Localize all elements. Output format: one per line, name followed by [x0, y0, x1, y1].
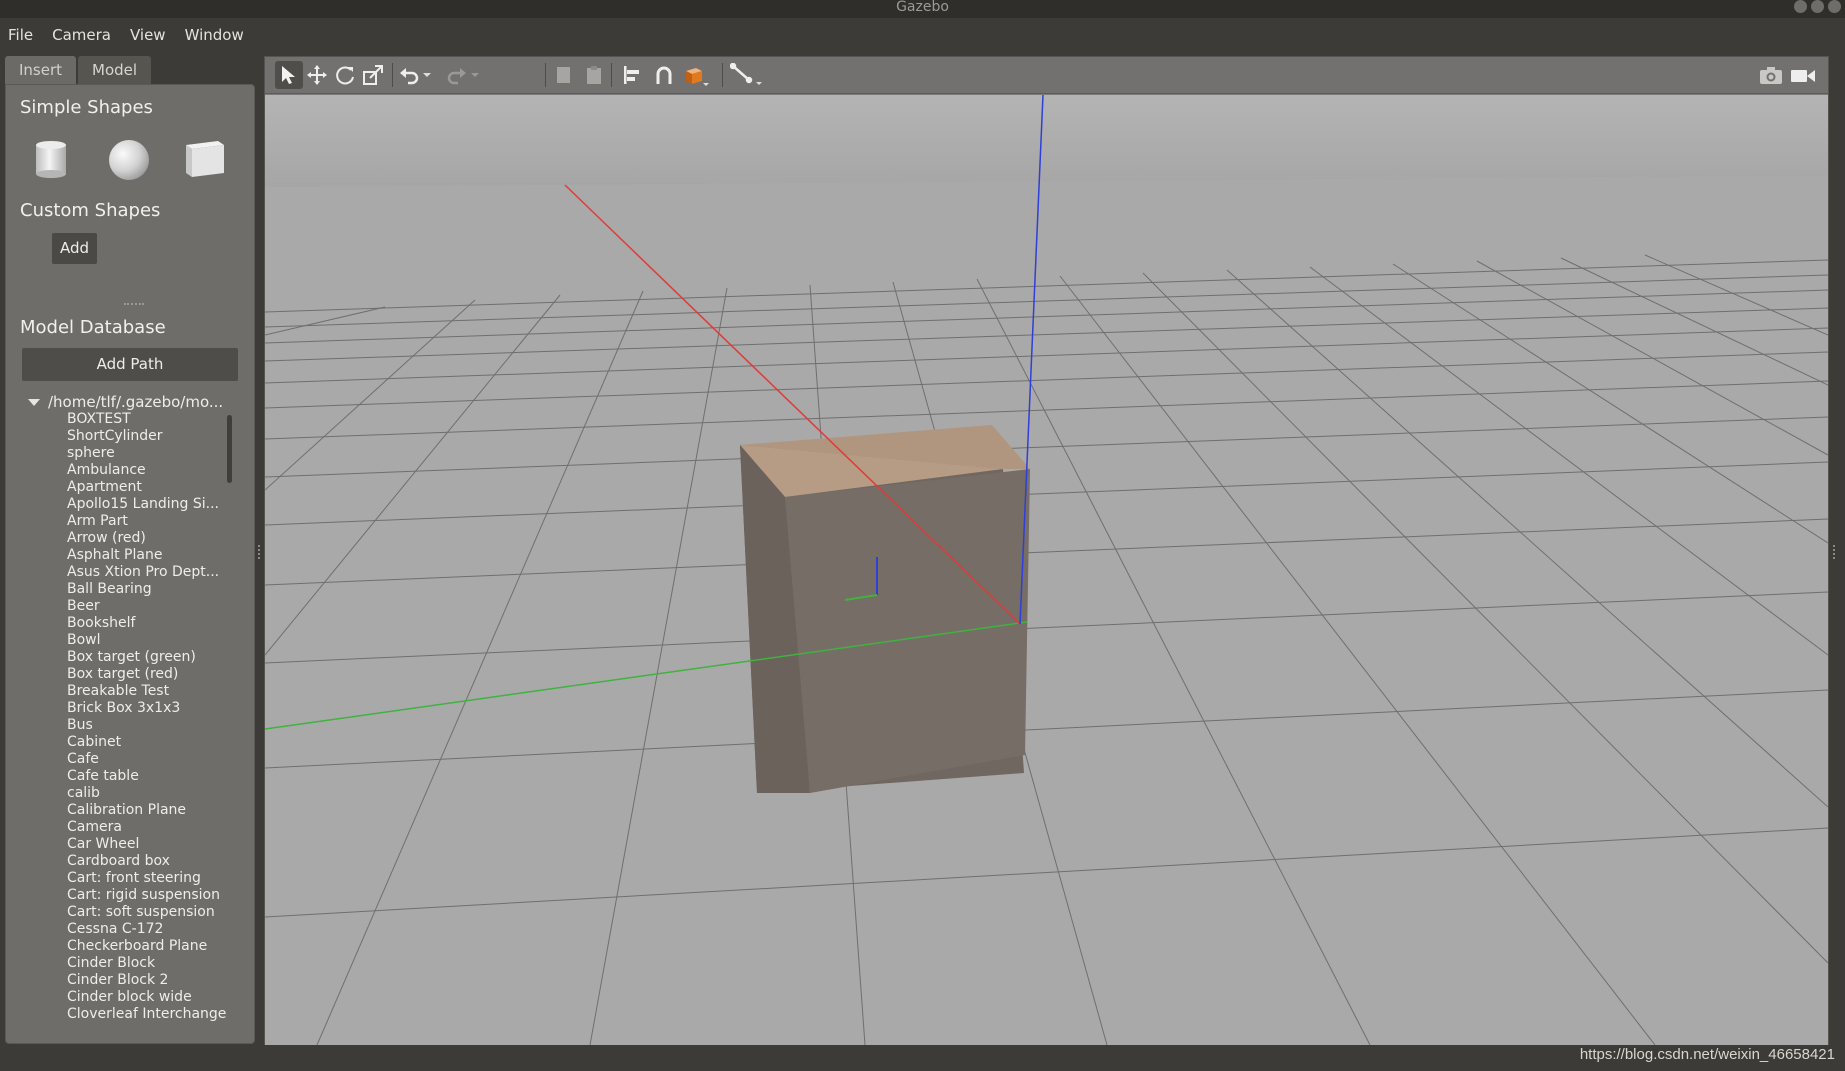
redo-history-icon[interactable]: [468, 61, 482, 89]
model-list-item[interactable]: Calibration Plane: [67, 802, 237, 819]
window-title: Gazebo: [896, 0, 949, 15]
title-bar: Gazebo: [0, 0, 1845, 18]
model-list-item[interactable]: Brick Box 3x1x3: [67, 700, 237, 717]
maximize-button[interactable]: [1811, 0, 1824, 13]
toolbar-separator: [392, 63, 393, 87]
model-list-item[interactable]: Bowl: [67, 632, 237, 649]
model-list-item[interactable]: Box target (green): [67, 649, 237, 666]
3d-scene[interactable]: [264, 94, 1829, 1046]
menu-file[interactable]: File: [8, 26, 33, 44]
record-video-icon[interactable]: [1789, 61, 1817, 89]
model-list-item[interactable]: sphere: [67, 445, 237, 462]
model-list-item[interactable]: Arm Part: [67, 513, 237, 530]
render-viewport[interactable]: [264, 56, 1829, 1046]
model-list-item[interactable]: Apartment: [67, 479, 237, 496]
model-list-item[interactable]: Breakable Test: [67, 683, 237, 700]
model-list-item[interactable]: Cinder block wide: [67, 989, 237, 1006]
tab-model[interactable]: Model: [78, 56, 152, 84]
model-list-item[interactable]: calib: [67, 785, 237, 802]
model-list-item[interactable]: ShortCylinder: [67, 428, 237, 445]
model-list-item[interactable]: Bus: [67, 717, 237, 734]
expand-arrow-icon[interactable]: [28, 399, 40, 406]
toolbar-separator: [722, 63, 723, 87]
model-list-item[interactable]: Cart: rigid suspension: [67, 887, 237, 904]
model-list-item[interactable]: Cessna C-172: [67, 921, 237, 938]
snap-icon[interactable]: [650, 61, 678, 89]
custom-shapes-title: Custom Shapes: [20, 200, 161, 221]
model-database-title: Model Database: [20, 317, 166, 338]
scale-icon[interactable]: [359, 61, 387, 89]
model-path-node[interactable]: /home/tlf/.gazebo/mo...: [28, 393, 223, 411]
model-list-item[interactable]: Ambulance: [67, 462, 237, 479]
model-list-item[interactable]: Cafe table: [67, 768, 237, 785]
tab-insert[interactable]: Insert: [5, 56, 77, 84]
select-arrow-icon[interactable]: [275, 61, 303, 89]
undo-history-icon[interactable]: [420, 61, 434, 89]
model-list-scrollbar[interactable]: [227, 415, 232, 483]
undo-icon[interactable]: [395, 61, 423, 89]
model-list-item[interactable]: Checkerboard Plane: [67, 938, 237, 955]
model-path-label: /home/tlf/.gazebo/mo...: [48, 393, 224, 411]
model-list-item[interactable]: Asus Xtion Pro Dept...: [67, 564, 237, 581]
menu-bar: File Camera View Window: [0, 18, 1845, 52]
close-button[interactable]: [1828, 0, 1841, 13]
left-panel: Insert Model Simple Shapes Custom Shapes…: [5, 56, 255, 1044]
box-model: [740, 425, 1030, 793]
model-list-item[interactable]: Box target (red): [67, 666, 237, 683]
model-list-item[interactable]: Arrow (red): [67, 530, 237, 547]
menu-window[interactable]: Window: [185, 26, 244, 44]
redo-icon[interactable]: [443, 61, 471, 89]
left-resize-handle[interactable]: [258, 545, 260, 559]
model-list-item[interactable]: BOXTEST: [67, 411, 237, 428]
add-path-button[interactable]: Add Path: [22, 348, 238, 381]
screenshot-icon[interactable]: [1757, 61, 1785, 89]
paste-icon[interactable]: [580, 61, 608, 89]
model-list-item[interactable]: Cinder Block 2: [67, 972, 237, 989]
measure-icon[interactable]: [728, 61, 766, 89]
model-list-item[interactable]: Cafe: [67, 751, 237, 768]
model-list-item[interactable]: Camera: [67, 819, 237, 836]
window-controls: [1794, 0, 1841, 13]
model-list-item[interactable]: Ball Bearing: [67, 581, 237, 598]
copy-icon[interactable]: [549, 61, 577, 89]
model-list-item[interactable]: Bookshelf: [67, 615, 237, 632]
cylinder-icon[interactable]: [34, 139, 68, 183]
splitter-handle[interactable]: [124, 303, 144, 306]
model-list-item[interactable]: Cart: front steering: [67, 870, 237, 887]
add-custom-shape-button[interactable]: Add: [52, 233, 97, 264]
insert-panel: Simple Shapes Custom Shapes Add Model Da…: [5, 84, 255, 1044]
scene-toolbar: [265, 57, 1828, 94]
simple-shapes-title: Simple Shapes: [20, 97, 153, 118]
toolbar-separator: [545, 63, 546, 87]
model-list-item[interactable]: Cloverleaf Interchange: [67, 1006, 237, 1023]
model-list-item[interactable]: Apollo15 Landing Si...: [67, 496, 237, 513]
model-list-item[interactable]: Beer: [67, 598, 237, 615]
menu-view[interactable]: View: [130, 26, 166, 44]
translate-icon[interactable]: [303, 61, 331, 89]
panel-tabs: Insert Model: [5, 56, 152, 84]
model-list-item[interactable]: Cinder Block: [67, 955, 237, 972]
sphere-icon[interactable]: [108, 139, 150, 185]
right-resize-handle[interactable]: [1833, 545, 1835, 559]
model-list: BOXTEST ShortCylinder sphere Ambulance Apart…: [67, 411, 237, 1023]
view-angle-icon[interactable]: [683, 61, 711, 89]
model-list-item[interactable]: Car Wheel: [67, 836, 237, 853]
toolbar-separator: [611, 63, 612, 87]
watermark-text: https://blog.csdn.net/weixin_46658421: [1579, 1046, 1835, 1063]
menu-camera[interactable]: Camera: [52, 26, 111, 44]
align-icon[interactable]: [618, 61, 646, 89]
model-list-item[interactable]: Cardboard box: [67, 853, 237, 870]
model-list-item[interactable]: Cabinet: [67, 734, 237, 751]
box-icon[interactable]: [184, 139, 226, 183]
model-list-item[interactable]: Cart: soft suspension: [67, 904, 237, 921]
model-list-item[interactable]: Asphalt Plane: [67, 547, 237, 564]
rotate-icon[interactable]: [331, 61, 359, 89]
minimize-button[interactable]: [1794, 0, 1807, 13]
